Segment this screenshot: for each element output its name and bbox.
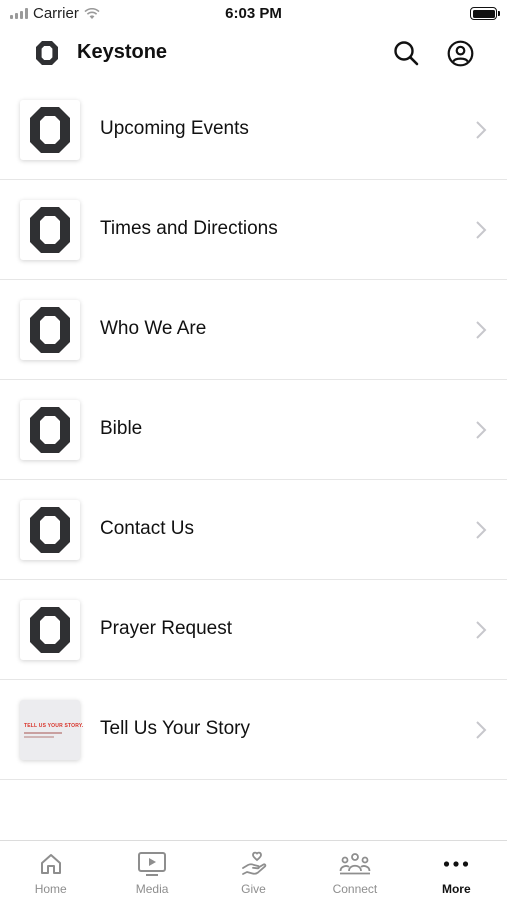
story-thumbnail-image: TELL US YOUR STORY. (20, 700, 84, 760)
menu-item-who-we-are[interactable]: Who We Are (0, 280, 507, 380)
menu-item-contact-us[interactable]: Contact Us (0, 480, 507, 580)
menu-item-thumbnail (20, 200, 80, 260)
media-icon (138, 852, 167, 876)
menu-list: Upcoming Events Times and Directions Who… (0, 80, 507, 780)
tab-label: Media (135, 882, 169, 896)
home-icon (40, 854, 61, 874)
menu-item-label: Times and Directions (100, 218, 278, 239)
menu-item-thumbnail (20, 500, 80, 560)
chevron-right-icon (476, 421, 487, 439)
status-time: 6:03 PM (225, 5, 282, 22)
menu-item-thumbnail (20, 100, 80, 160)
keystone-logo-icon (30, 207, 70, 253)
search-icon (394, 41, 419, 66)
search-button[interactable] (392, 39, 420, 67)
keystone-logo-icon (30, 307, 70, 353)
chevron-right-icon (476, 621, 487, 639)
battery-icon (470, 7, 500, 20)
menu-item-label: Contact Us (100, 518, 194, 539)
menu-item-thumbnail (20, 600, 80, 660)
menu-item-times-and-directions[interactable]: Times and Directions (0, 180, 507, 280)
profile-icon (447, 40, 473, 66)
tab-give[interactable]: Give (203, 841, 304, 900)
profile-button[interactable] (446, 39, 474, 67)
keystone-logo-icon (30, 607, 70, 653)
chevron-right-icon (476, 321, 487, 339)
menu-item-label: Tell Us Your Story (100, 718, 250, 739)
tab-connect[interactable]: Connect (304, 841, 405, 900)
tab-more[interactable]: More (406, 841, 507, 900)
keystone-logo-icon (30, 507, 70, 553)
chevron-right-icon (476, 521, 487, 539)
tab-media[interactable]: Media (101, 841, 202, 900)
keystone-logo-icon (30, 407, 70, 453)
menu-item-label: Who We Are (100, 318, 207, 339)
story-thumbnail-text: TELL US YOUR STORY. (24, 722, 84, 729)
menu-item-upcoming-events[interactable]: Upcoming Events (0, 80, 507, 180)
menu-item-thumbnail (20, 300, 80, 360)
connect-icon (339, 853, 371, 875)
menu-item-label: Prayer Request (100, 618, 233, 639)
menu-item-prayer-request[interactable]: Prayer Request (0, 580, 507, 680)
menu-item-tell-us-your-story[interactable]: TELL US YOUR STORY. Tell Us Your Story (0, 680, 507, 780)
chevron-right-icon (476, 221, 487, 239)
tab-label: Give (241, 882, 266, 896)
give-icon (241, 851, 266, 875)
menu-item-label: Bible (100, 418, 143, 439)
menu-item-thumbnail (20, 400, 80, 460)
tab-label: More (441, 882, 471, 896)
app-header: Keystone (0, 30, 507, 76)
chevron-right-icon (476, 721, 487, 739)
tab-home[interactable]: Home (0, 841, 101, 900)
keystone-logo-icon (30, 107, 70, 153)
menu-item-label: Upcoming Events (100, 118, 249, 139)
chevron-right-icon (476, 121, 487, 139)
status-bar: Carrier 6:03 PM (0, 0, 507, 28)
app-title: Keystone (77, 41, 168, 63)
more-icon (444, 861, 469, 867)
keystone-logo-icon (36, 41, 58, 65)
tab-bar: Home Media Give Connect More (0, 840, 507, 900)
tab-label: Home (34, 882, 67, 896)
tab-label: Connect (332, 882, 378, 896)
menu-item-bible[interactable]: Bible (0, 380, 507, 480)
